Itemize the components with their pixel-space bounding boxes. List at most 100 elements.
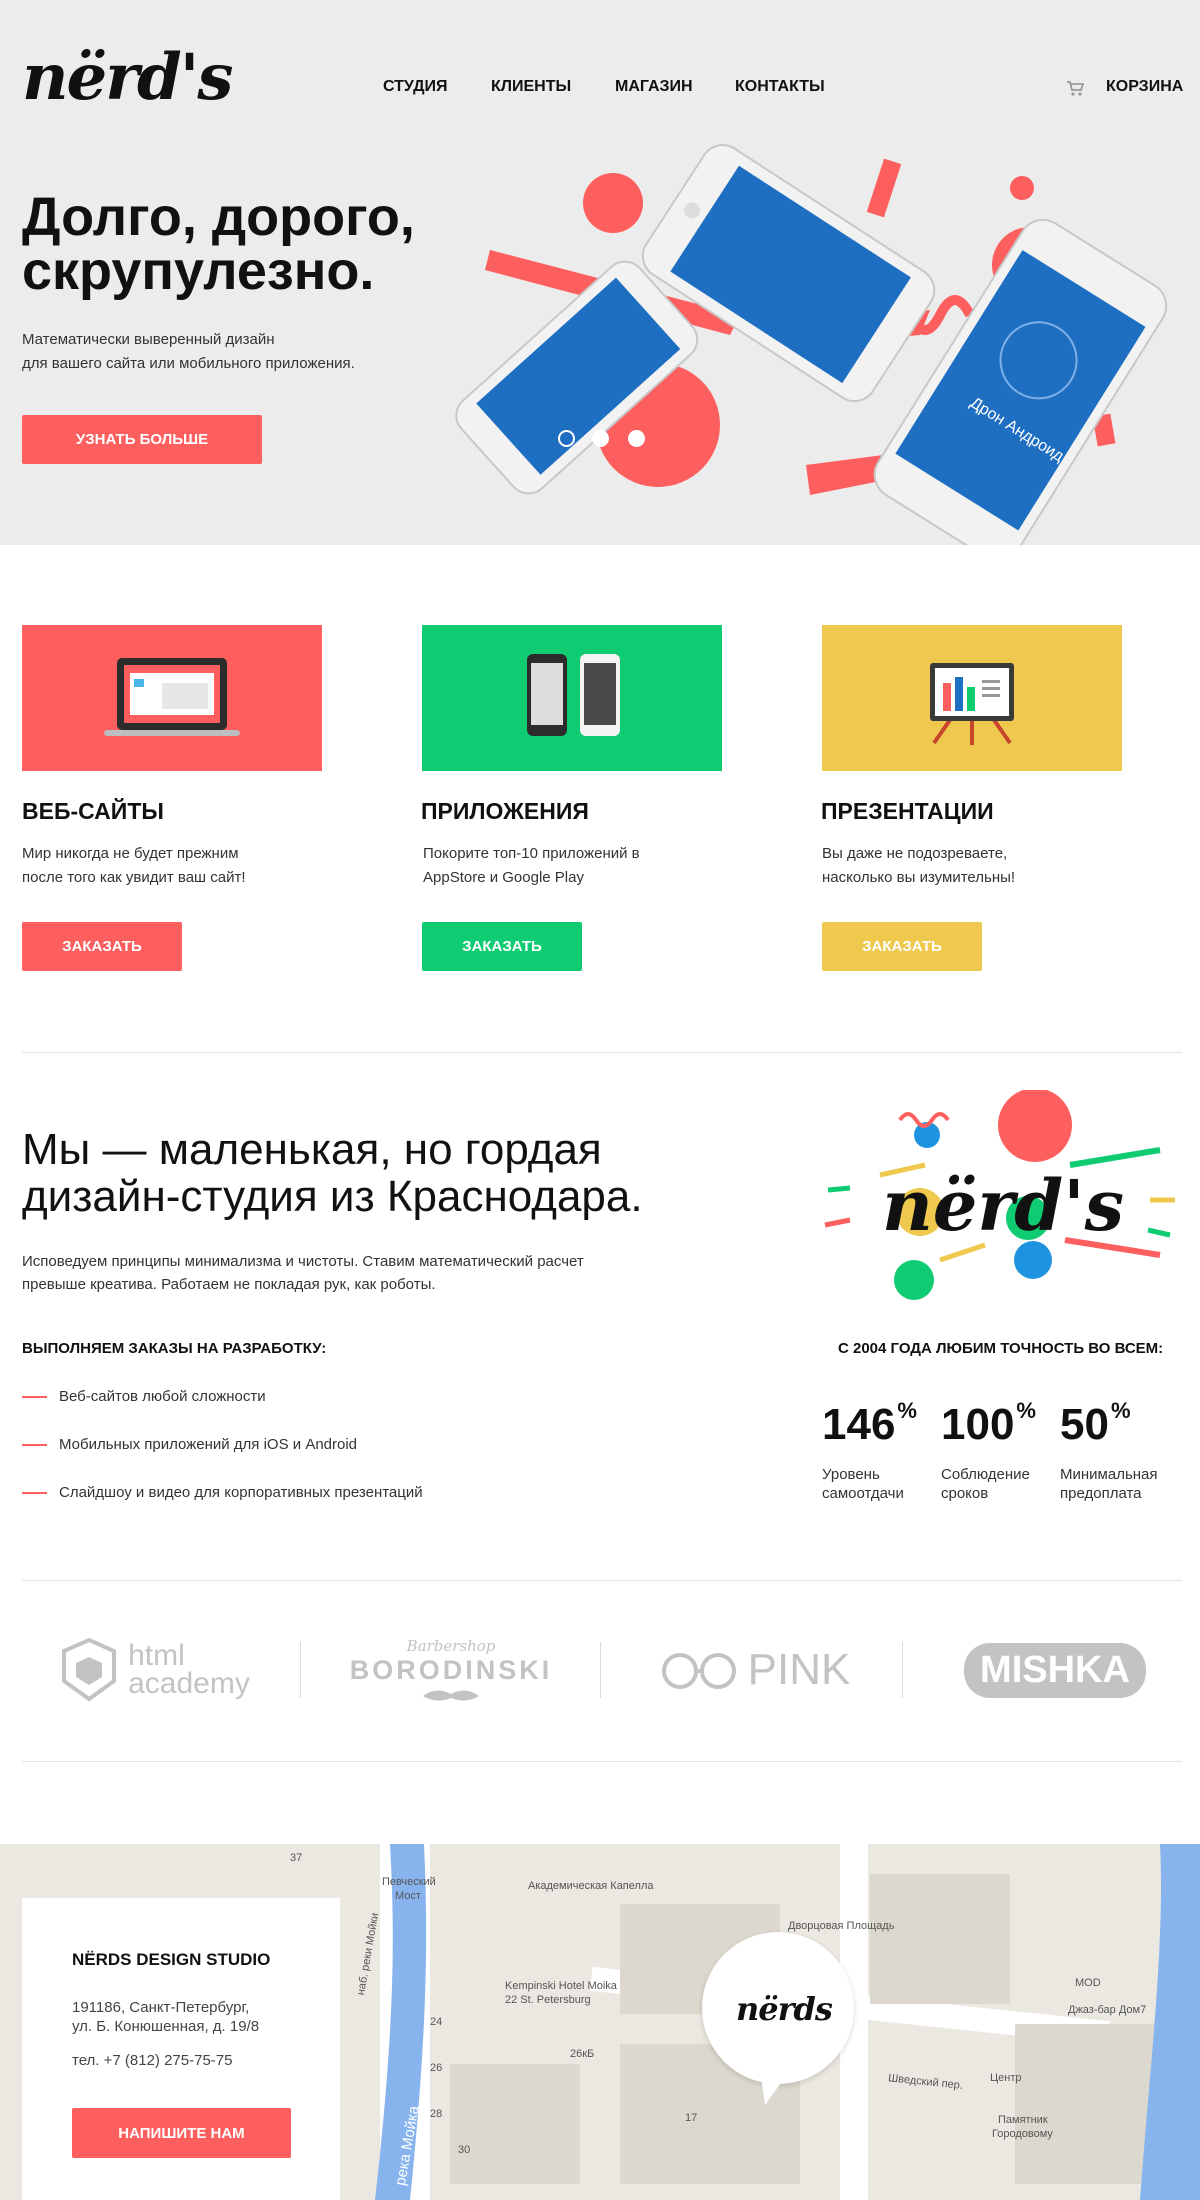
map-label: 22 St. Petersburg (505, 1994, 591, 2006)
list-item-text: Мобильных приложений для iOS и Android (59, 1436, 358, 1453)
service-text-line: Вы даже не подозреваете, (822, 845, 1008, 862)
partner-name: BORODINSKI (349, 1654, 553, 1685)
map-pin-tail (760, 2070, 790, 2105)
partner-name: academy (128, 1667, 250, 1700)
service-card-websites (22, 625, 322, 771)
nav-shop[interactable]: МАГАЗИН (615, 78, 693, 96)
service-text-apps: Покорите топ-10 приложений в AppStore и … (423, 842, 713, 890)
stat-number: 50 (1060, 1400, 1109, 1449)
stat-label-line: сроков (941, 1485, 989, 1502)
stat-label-line: самоотдачи (822, 1485, 904, 1502)
map-label: 28 (430, 2108, 443, 2120)
partner-logo-pink[interactable]: PINK (650, 1620, 860, 1720)
service-text-line: насколько вы изумительны! (822, 869, 1016, 886)
service-title-apps: ПРИЛОЖЕНИЯ (421, 798, 589, 824)
about-title-line: Мы — маленькая, но гордая (22, 1125, 602, 1174)
slider-dot-2[interactable] (592, 430, 609, 447)
dash-icon (22, 1443, 47, 1446)
stat-value: 100% (941, 1398, 1036, 1450)
dash-icon (22, 1491, 47, 1494)
stat-label: Соблюдение сроков (941, 1465, 1061, 1503)
order-websites-button[interactable]: ЗАКАЗАТЬ (22, 922, 182, 971)
stat-unit: % (1016, 1398, 1036, 1423)
map-label: Центр (990, 2072, 1022, 2084)
service-title-presentations: ПРЕЗЕНТАЦИИ (821, 798, 994, 824)
stat-label-line: Уровень (822, 1466, 880, 1483)
contact-address: 191186, Санкт-Петербург, ул. Б. Конюшенн… (72, 1998, 332, 2036)
order-presentations-button[interactable]: ЗАКАЗАТЬ (822, 922, 982, 971)
partner-separator (300, 1642, 301, 1698)
laptop-icon (104, 658, 240, 736)
contact-phone: тел. +7 (812) 275-75-75 (72, 2052, 233, 2069)
list-item: Веб-сайтов любой сложности (22, 1388, 266, 1405)
map-label: Городовому (992, 2128, 1053, 2140)
stats-heading: С 2004 ГОДА ЛЮБИМ ТОЧНОСТЬ ВО ВСЕМ: (838, 1340, 1164, 1357)
stat-label-line: Соблюдение (941, 1466, 1030, 1483)
slider-dot-3[interactable] (628, 430, 645, 447)
partner-logo-html-academy[interactable]: html academy (40, 1620, 270, 1720)
about-title: Мы — маленькая, но гордая дизайн-студия … (22, 1126, 782, 1220)
nav-clients[interactable]: КЛИЕНТЫ (491, 78, 571, 96)
cart-icon[interactable] (1066, 79, 1084, 97)
hero-title: Долго, дорого, скрупулезно. (22, 190, 415, 298)
list-item-text: Веб-сайтов любой сложности (59, 1388, 266, 1405)
service-title-websites: ВЕБ-САЙТЫ (22, 798, 164, 824)
phone-mockup: Дрон Андроид (873, 218, 1168, 545)
write-us-button[interactable]: НАПИШИТЕ НАМ (72, 2108, 291, 2158)
logo[interactable]: nërd's (22, 40, 233, 115)
cart-link[interactable]: КОРЗИНА (1106, 78, 1183, 96)
contact-address-line: ул. Б. Конюшенная, д. 19/8 (72, 2018, 260, 2035)
service-text-line: Мир никогда не будет прежним (22, 845, 239, 862)
map-label: 26 (430, 2062, 443, 2074)
service-text-line: после того как увидит ваш сайт! (22, 869, 246, 886)
about-description-line: превыше креатива. Работаем не покладая р… (22, 1276, 436, 1293)
map-pin-logo: nërds (736, 1990, 833, 2028)
list-item: Мобильных приложений для iOS и Android (22, 1436, 357, 1453)
presentation-board-icon (930, 663, 1014, 745)
services-list-heading: ВЫПОЛНЯЕМ ЗАКАЗЫ НА РАЗРАБОТКУ: (22, 1340, 327, 1357)
map-label: Kempinski Hotel Moika (505, 1980, 617, 1992)
contact-address-line: 191186, Санкт-Петербург, (72, 1999, 250, 2016)
service-text-line: Покорите топ-10 приложений в (423, 845, 640, 862)
map-label: 24 (430, 2016, 443, 2028)
service-text-line: AppStore и Google Play (423, 869, 584, 886)
stat-label: Уровень самоотдачи (822, 1465, 942, 1503)
mustache-icon (423, 1689, 479, 1701)
partner-name: html (128, 1639, 185, 1672)
hero-title-line: скрупулезно. (22, 241, 375, 301)
service-card-apps (422, 625, 722, 771)
list-item-text: Слайдшоу и видео для корпоративных презе… (59, 1484, 423, 1501)
stat-value: 146% (822, 1398, 917, 1450)
map-label: 26кБ (570, 2048, 595, 2060)
order-apps-button[interactable]: ЗАКАЗАТЬ (422, 922, 582, 971)
contact-studio-name: NËRDS DESIGN STUDIO (72, 1950, 271, 1969)
service-text-websites: Мир никогда не будет прежним после того … (22, 842, 312, 890)
slider-dot-1[interactable] (558, 430, 575, 447)
glasses-icon (661, 1653, 736, 1689)
about-description: Исповедуем принципы минимализма и чистот… (22, 1250, 702, 1296)
section-divider (22, 1580, 1182, 1581)
map-label: Академическая Капелла (528, 1880, 654, 1892)
phones-icon (527, 654, 620, 736)
about-description-line: Исповедуем принципы минимализма и чистот… (22, 1253, 584, 1270)
stat-label: Минимальная предоплата (1060, 1465, 1180, 1503)
map-label: Дворцовая Площадь (788, 1920, 895, 1932)
map-label: Джаз-бар Дом7 (1068, 2004, 1147, 2016)
list-item: Слайдшоу и видео для корпоративных презе… (22, 1484, 423, 1501)
map-label: MOD (1075, 1977, 1101, 1989)
service-card-presentations (822, 625, 1122, 771)
dash-icon (22, 1395, 47, 1398)
nav-studio[interactable]: СТУДИЯ (383, 78, 447, 96)
partner-separator (600, 1642, 601, 1698)
nav-contacts[interactable]: КОНТАКТЫ (735, 78, 825, 96)
partner-logo-borodinski[interactable]: Barbershop BORODINSKI (340, 1620, 562, 1720)
learn-more-button[interactable]: УЗНАТЬ БОЛЬШЕ (22, 415, 262, 464)
map-label: 17 (685, 2112, 698, 2124)
hero-description-line: для вашего сайта или мобильного приложен… (22, 355, 355, 372)
svg-text:nërd's: nërd's (882, 1164, 1124, 1247)
partner-name: MISHKA (964, 1642, 1146, 1698)
stat-number: 100 (941, 1400, 1015, 1449)
hero-section: Дрон Андроид nërd's СТУДИЯ КЛИЕНТЫ МАГАЗ… (0, 0, 1200, 545)
map-label: 30 (458, 2144, 471, 2156)
partner-logo-mishka[interactable]: MISHKA (955, 1620, 1155, 1720)
